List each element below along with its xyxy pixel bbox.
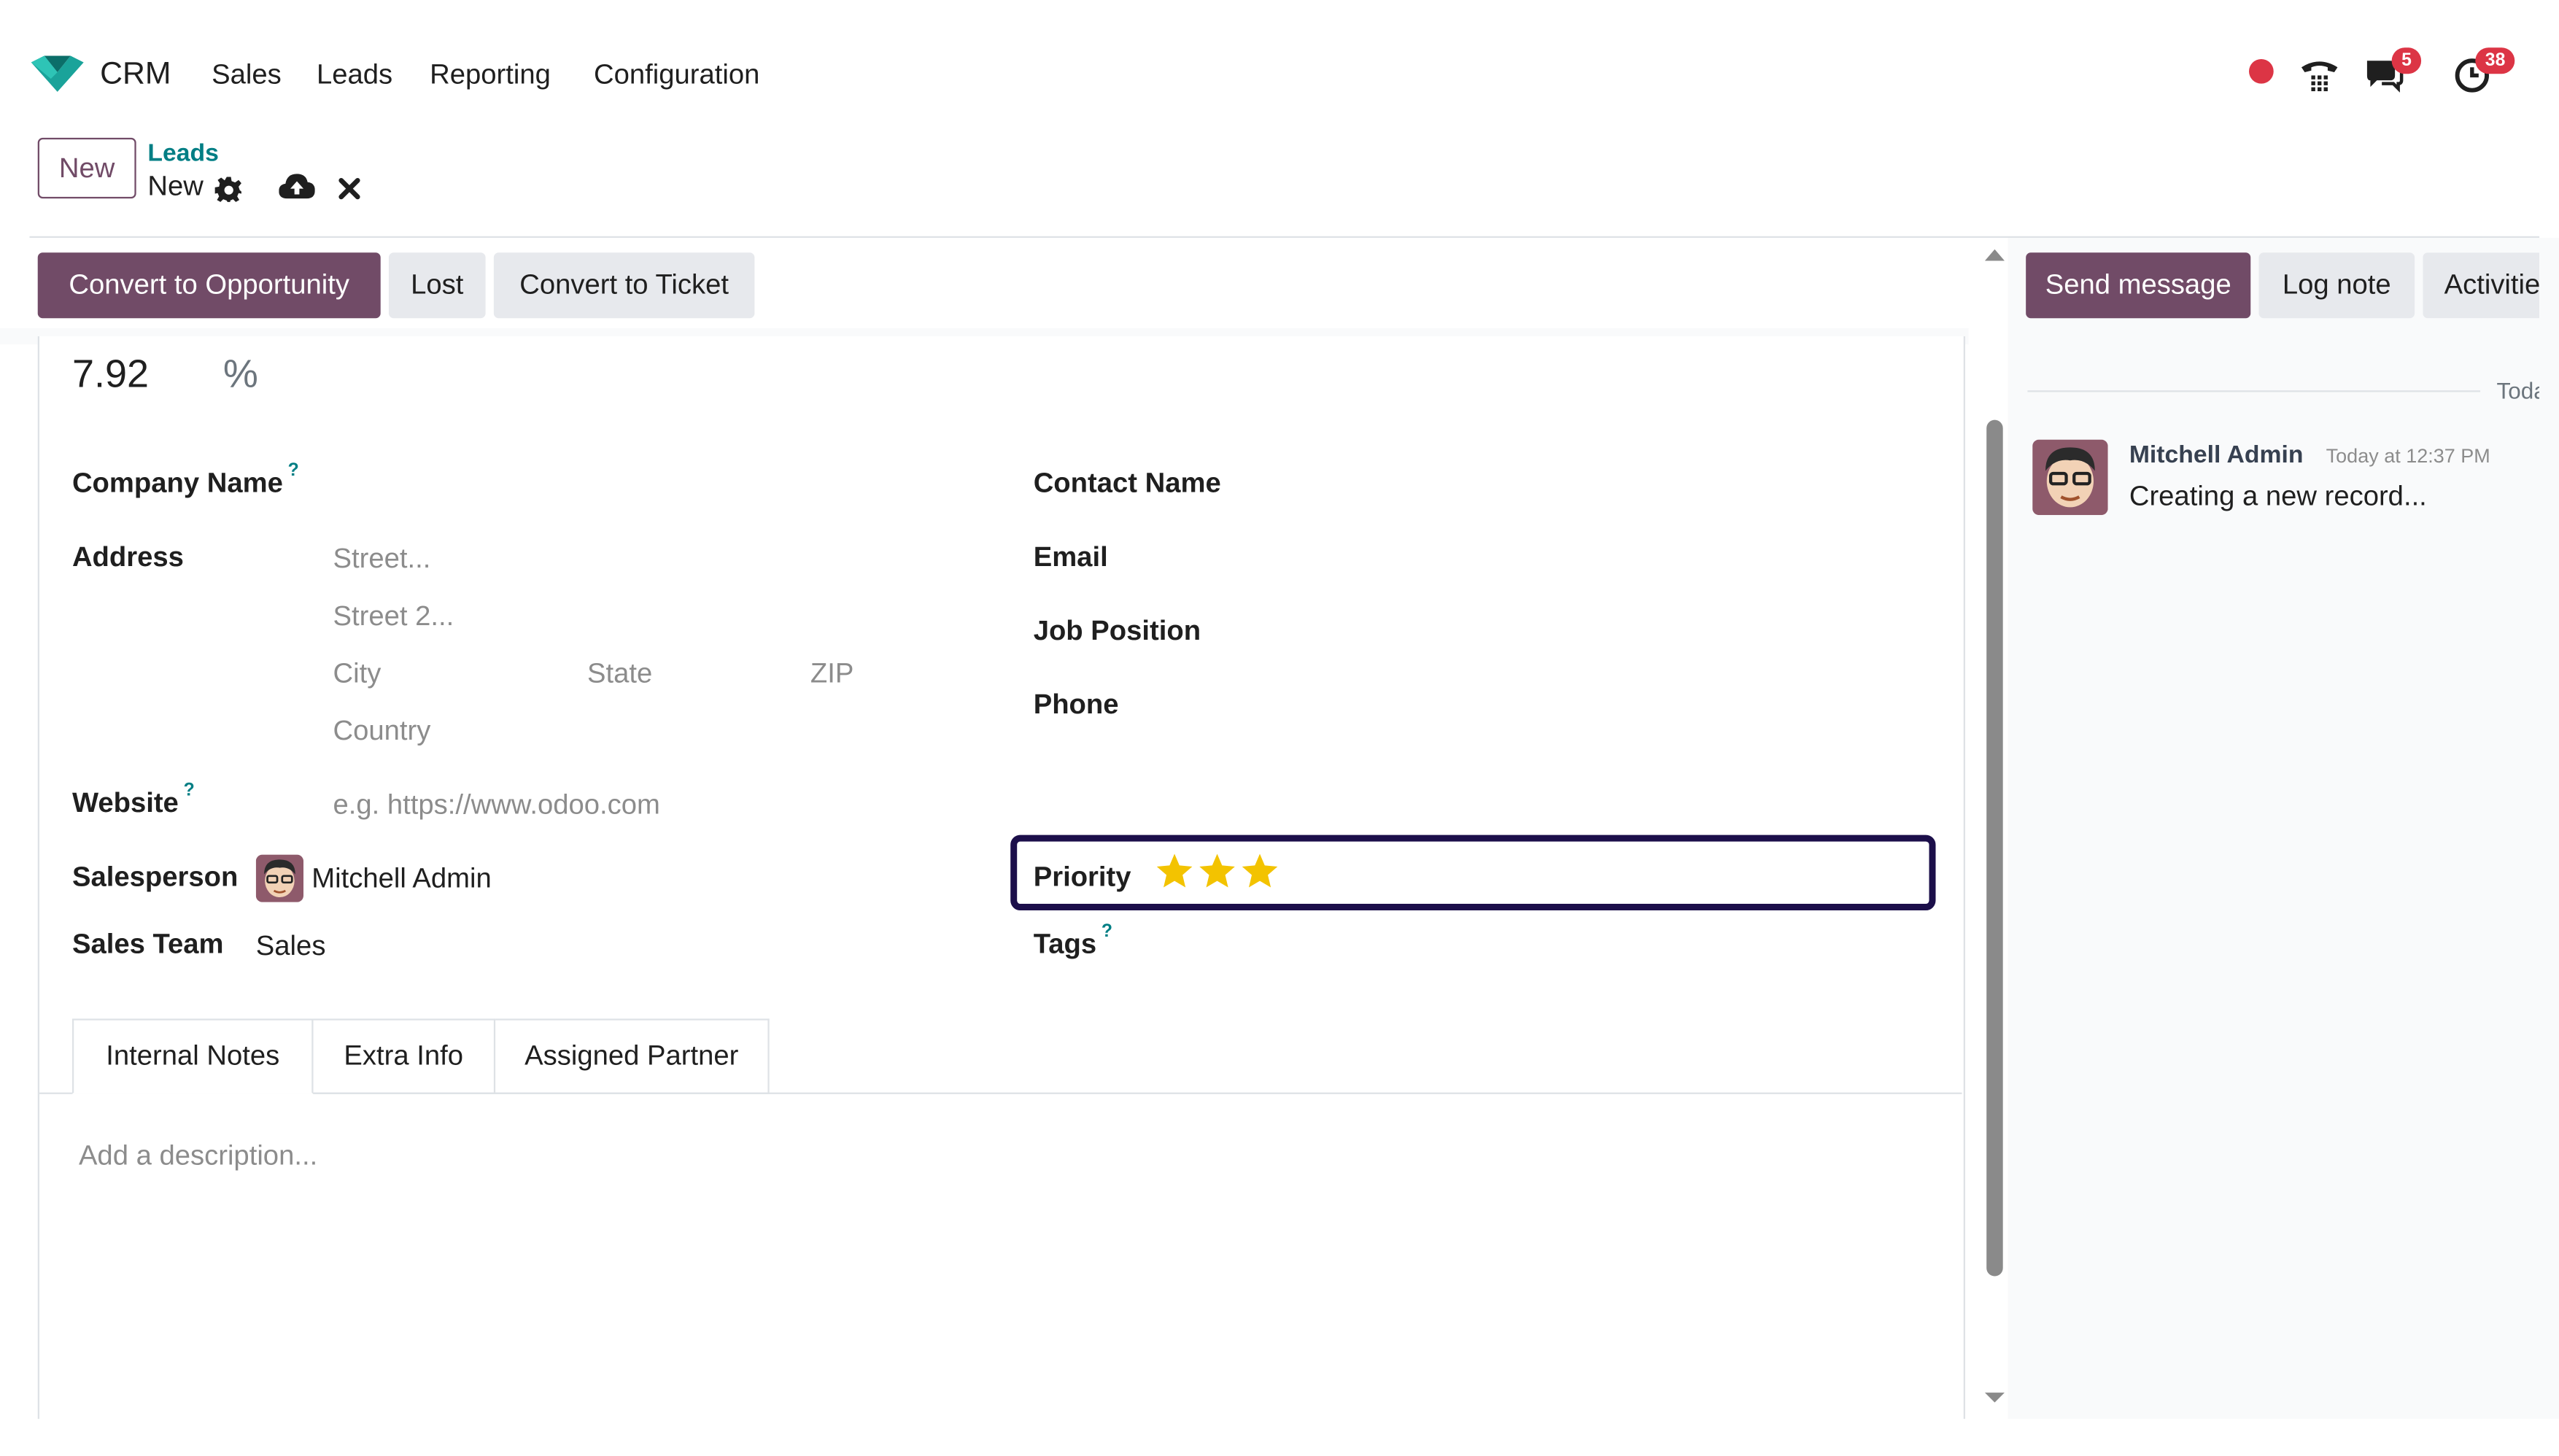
website-help-icon[interactable]: ? (184, 781, 195, 800)
recording-status-icon[interactable] (2248, 58, 2274, 84)
scroll-down-icon[interactable] (1983, 1391, 2006, 1406)
street-input[interactable]: Street... (333, 543, 430, 576)
salesperson-value[interactable]: Mitchell Admin (311, 863, 491, 896)
crm-logo-icon[interactable] (29, 55, 85, 95)
menu-leads[interactable]: Leads (317, 59, 392, 92)
tab-internal-notes[interactable]: Internal Notes (71, 1018, 314, 1094)
new-button[interactable]: New (37, 137, 136, 199)
priority-star-icon[interactable] (1240, 851, 1280, 891)
date-separator-label: Today (2496, 377, 2539, 404)
activities-button[interactable]: Activities (2423, 252, 2540, 319)
send-message-button[interactable]: Send message (2026, 252, 2251, 319)
menu-sales[interactable]: Sales (212, 59, 282, 92)
priority-highlight-box (1010, 835, 1936, 911)
salesperson-avatar (255, 854, 304, 902)
priority-star-icon[interactable] (1198, 851, 1237, 891)
website-input[interactable]: e.g. https://www.odoo.com (333, 789, 659, 822)
phone-icon[interactable] (2298, 53, 2340, 95)
probability-value[interactable]: 7.92 (72, 352, 149, 398)
description-editor[interactable]: Add a description... (79, 1140, 317, 1173)
app-name[interactable]: CRM (100, 58, 171, 93)
chatter-panel (2008, 238, 2559, 1420)
message-time: Today at 12:37 PM (2326, 444, 2490, 468)
probability-percent: % (222, 352, 258, 398)
job-position-label: Job Position (1033, 615, 1201, 646)
tags-label: Tags? (1033, 921, 1112, 960)
scrollbar-thumb[interactable] (1986, 419, 2003, 1277)
scroll-up-icon[interactable] (1983, 246, 2006, 262)
company-name-help-icon[interactable]: ? (288, 461, 299, 481)
company-name-label: Company Name? (71, 460, 299, 499)
priority-label: Priority (1033, 861, 1131, 893)
phone-label: Phone (1033, 689, 1119, 721)
menu-configuration[interactable]: Configuration (594, 59, 759, 92)
message-author[interactable]: Mitchell Admin (2129, 441, 2304, 469)
menu-reporting[interactable]: Reporting (430, 59, 551, 92)
city-input[interactable]: City (333, 658, 381, 691)
sales-team-value[interactable]: Sales (256, 930, 326, 963)
breadcrumb-current: New (147, 170, 204, 202)
street2-input[interactable]: Street 2... (333, 600, 454, 633)
sales-team-label: Sales Team (71, 928, 224, 960)
priority-star-icon[interactable] (1155, 851, 1194, 891)
tab-extra-info[interactable]: Extra Info (313, 1018, 496, 1094)
date-separator-line (2027, 390, 2481, 392)
gear-icon[interactable] (214, 176, 243, 204)
zip-input[interactable]: ZIP (810, 658, 853, 691)
messages-badge: 5 (2391, 47, 2422, 74)
website-label: Website? (71, 781, 195, 819)
email-label: Email (1033, 541, 1108, 573)
tags-help-icon[interactable]: ? (1102, 922, 1112, 942)
activities-button-clip: Activities (2423, 252, 2540, 319)
convert-to-ticket-button[interactable]: Convert to Ticket (493, 252, 755, 319)
state-input[interactable]: State (587, 658, 652, 691)
salesperson-label: Salesperson (71, 861, 239, 893)
country-input[interactable]: Country (333, 715, 430, 748)
convert-to-opportunity-button[interactable]: Convert to Opportunity (37, 252, 381, 319)
log-note-button[interactable]: Log note (2258, 252, 2415, 319)
lost-button[interactable]: Lost (388, 252, 486, 319)
save-cloud-icon[interactable] (279, 172, 315, 201)
breadcrumb-leads[interactable]: Leads (147, 139, 219, 167)
address-label: Address (71, 541, 184, 573)
message-body: Creating a new record... (2129, 480, 2427, 512)
message-author-avatar[interactable] (2032, 439, 2108, 516)
discard-close-icon[interactable] (338, 177, 360, 200)
tab-assigned-partner[interactable]: Assigned Partner (495, 1018, 770, 1094)
activities-badge: 38 (2475, 47, 2515, 74)
priority-stars[interactable] (1155, 851, 1280, 891)
contact-name-label: Contact Name (1033, 467, 1221, 499)
